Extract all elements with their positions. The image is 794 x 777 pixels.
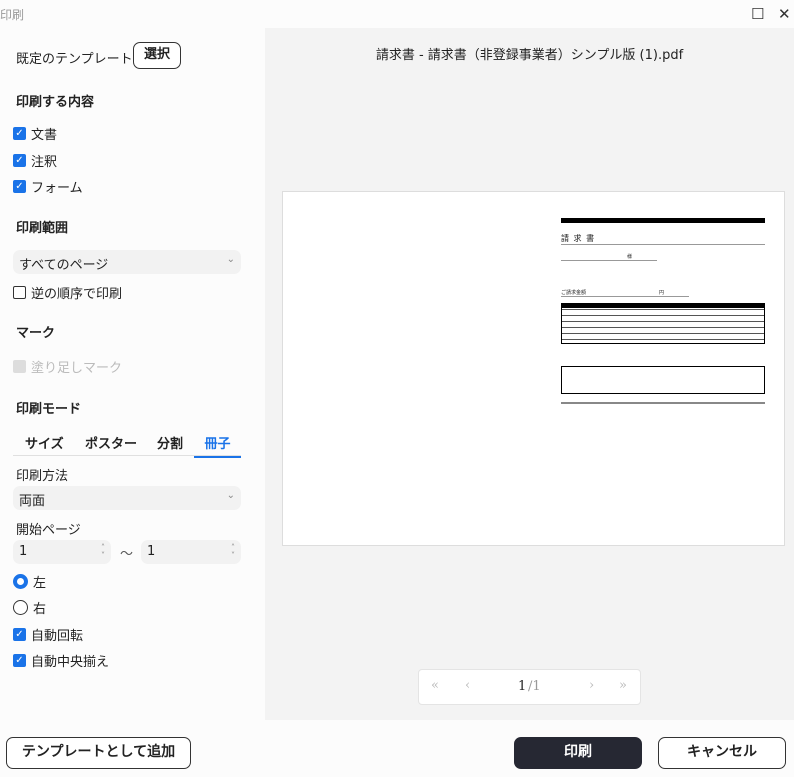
chevron-down-icon: ⌄: [226, 254, 235, 265]
total-pages: /1: [528, 679, 541, 694]
invoice-amount-label: ご請求金額: [561, 290, 587, 296]
checkbox-label: 自動回転: [31, 629, 84, 644]
checkbox-annotations[interactable]: ✓ 注釈: [13, 151, 57, 170]
preview-filename: 請求書 - 請求書（非登録事業者）シンプル版 (1).pdf: [375, 48, 684, 63]
checkbox-document[interactable]: ✓ 文書: [13, 124, 57, 143]
close-icon[interactable]: ✕: [778, 5, 791, 23]
check-icon: ✓: [13, 628, 26, 641]
page-navigator: « ‹ 1 /1 › »: [418, 669, 641, 705]
radio-label: 右: [33, 602, 47, 617]
marks-heading: マーク: [16, 326, 56, 341]
tab-size[interactable]: サイズ: [25, 433, 64, 452]
checkbox-empty-icon: [13, 286, 26, 299]
tab-booklet[interactable]: 冊子: [194, 433, 241, 458]
mode-heading: 印刷モード: [16, 402, 82, 417]
spinner-icon[interactable]: ˄ ˅: [231, 544, 235, 560]
check-icon: ✓: [13, 654, 26, 667]
check-icon: ✓: [13, 127, 26, 140]
check-icon: ✓: [13, 154, 26, 167]
checkbox-label: 塗り足しマーク: [31, 361, 123, 376]
checkbox-reverse-order[interactable]: 逆の順序で印刷: [13, 283, 122, 302]
maximize-icon[interactable]: ☐: [751, 5, 764, 23]
tab-split[interactable]: 分割: [157, 433, 183, 452]
prev-page-icon[interactable]: ‹: [465, 678, 470, 693]
cancel-button[interactable]: キャンセル: [658, 737, 786, 769]
radio-right[interactable]: 右: [13, 598, 46, 617]
start-page-to-input[interactable]: 1 ˄ ˅: [141, 540, 241, 564]
last-page-icon[interactable]: »: [619, 678, 627, 693]
method-label: 印刷方法: [16, 469, 69, 484]
print-method-value: 両面: [19, 494, 46, 509]
current-page: 1: [518, 679, 527, 694]
checkbox-label: 注釈: [31, 155, 58, 170]
settings-panel: 既定のテンプレート 選択 印刷する内容 ✓ 文書 ✓ 注釈 ✓ フォーム 印刷範囲 す…: [0, 28, 265, 720]
checkbox-label: フォーム: [31, 181, 83, 196]
radio-label: 左: [33, 576, 47, 591]
preview-page: 請 求 書 様 ご請求金額 円: [282, 191, 785, 546]
checkbox-forms[interactable]: ✓ フォーム: [13, 177, 83, 196]
checkbox-auto-rotate[interactable]: ✓ 自動回転: [13, 625, 83, 644]
spinner-icon[interactable]: ˄ ˅: [101, 544, 105, 560]
radio-selected-icon: [13, 574, 28, 589]
first-page-icon[interactable]: «: [431, 678, 439, 693]
checkbox-auto-center[interactable]: ✓ 自動中央揃え: [13, 651, 109, 670]
radio-left[interactable]: 左: [13, 572, 46, 591]
select-template-button[interactable]: 選択: [133, 42, 181, 69]
radio-empty-icon: [13, 600, 28, 615]
start-page-label: 開始ページ: [16, 523, 81, 538]
template-label: 既定のテンプレート: [16, 52, 133, 67]
checkbox-bleed-marks: 塗り足しマーク: [13, 357, 122, 376]
next-page-icon[interactable]: ›: [589, 678, 594, 693]
print-method-select[interactable]: 両面 ⌄: [13, 486, 241, 510]
to-value: 1: [147, 544, 156, 559]
content-heading: 印刷する内容: [16, 95, 95, 110]
range-separator: 〜: [120, 547, 134, 562]
page-range-value: すべてのページ: [19, 258, 109, 273]
checkbox-disabled-icon: [13, 360, 26, 373]
from-value: 1: [19, 544, 28, 559]
checkbox-label: 逆の順序で印刷: [31, 287, 123, 302]
start-page-from-input[interactable]: 1 ˄ ˅: [13, 540, 111, 564]
invoice-honorific: 様: [627, 254, 633, 260]
invoice-yen: 円: [659, 290, 665, 296]
range-heading: 印刷範囲: [16, 221, 69, 236]
invoice-title: 請 求 書: [561, 234, 596, 243]
page-range-select[interactable]: すべてのページ ⌄: [13, 250, 241, 274]
checkbox-label: 文書: [31, 128, 58, 143]
tab-poster[interactable]: ポスター: [85, 433, 137, 452]
invoice-thumbnail: 請 求 書 様 ご請求金額 円: [561, 218, 765, 404]
print-button[interactable]: 印刷: [514, 737, 642, 769]
checkbox-label: 自動中央揃え: [31, 655, 110, 670]
check-icon: ✓: [13, 180, 26, 193]
window-title: 印刷: [0, 8, 25, 22]
add-as-template-button[interactable]: テンプレートとして追加: [6, 737, 191, 769]
chevron-down-icon: ⌄: [226, 490, 235, 501]
